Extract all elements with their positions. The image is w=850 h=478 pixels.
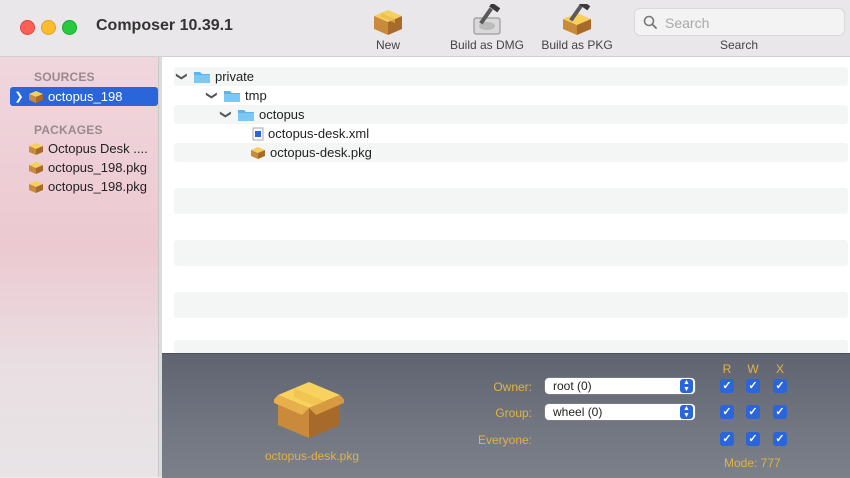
owner-write-checkbox[interactable]: ✓ [746,379,760,393]
sidebar-item-package[interactable]: octopus_198.pkg [10,177,158,196]
sidebar-item-package[interactable]: Octopus Desk .... [10,139,158,158]
table-row [174,340,848,353]
sidebar-item-label: octopus_198.pkg [48,160,148,175]
folder-icon [237,108,255,122]
group-value: wheel (0) [553,405,603,419]
table-row[interactable] [174,67,848,86]
package-icon [28,90,44,104]
package-icon [272,376,346,447]
chevron-up-down-icon: ▲ ▼ [680,405,693,419]
tree-item-label: octopus [259,107,305,122]
everyone-write-checkbox[interactable]: ✓ [746,432,760,446]
sidebar-item-package[interactable]: octopus_198.pkg [10,158,158,177]
owner-read-checkbox[interactable]: ✓ [720,379,734,393]
tree-item-label: tmp [245,88,267,103]
sidebar-item-label: octopus_198 [48,89,123,104]
owner-value: root (0) [553,379,592,393]
group-execute-checkbox[interactable]: ✓ [773,405,787,419]
sidebar-item-source[interactable]: ❯ octopus_198 [10,87,158,106]
group-write-checkbox[interactable]: ✓ [746,405,760,419]
tree-item-file[interactable]: octopus-desk.xml [250,124,369,143]
table-row[interactable] [174,86,848,105]
chevron-up-down-icon: ▲ ▼ [680,379,693,393]
build-dmg-button[interactable]: Build as DMG [446,4,528,52]
folder-icon [223,89,241,103]
search-icon [643,15,657,34]
owner-execute-checkbox[interactable]: ✓ [773,379,787,393]
package-icon [366,4,410,36]
package-icon [28,142,44,156]
write-column-header: W [747,362,759,376]
sources-header: SOURCES [34,70,95,84]
table-row [174,214,848,240]
owner-label: Owner: [493,380,532,394]
tree-item-folder[interactable]: ❯ tmp [204,86,267,105]
tree-item-label: octopus-desk.pkg [270,145,372,160]
table-row [174,240,848,266]
title-bar: Composer 10.39.1 New Build as DMG Build … [0,0,850,57]
sidebar-item-label: Octopus Desk .... [48,141,148,156]
tree-item-file[interactable]: octopus-desk.pkg [250,143,372,162]
packages-header: PACKAGES [34,123,103,137]
group-select[interactable]: wheel (0) ▲ ▼ [545,404,695,420]
tree-item-label: private [215,69,255,84]
build-dmg-label: Build as DMG [449,38,525,52]
folder-icon [193,70,211,84]
everyone-label: Everyone: [477,433,532,447]
file-tree: ❯ private ❯ tmp ❯ octopus octopus-desk.x… [162,57,850,353]
search-field[interactable] [634,8,845,36]
package-icon [28,180,44,194]
build-pkg-label: Build as PKG [541,38,613,52]
info-panel: octopus-desk.pkg Owner: root (0) ▲ ▼ Grou… [162,353,850,478]
read-column-header: R [722,362,732,376]
table-row [174,266,848,292]
new-button-label: New [375,38,400,52]
new-button[interactable]: New [366,4,410,52]
table-row [174,292,848,318]
chevron-right-icon[interactable]: ❯ [10,90,28,103]
table-row [174,162,848,188]
minimize-window-button[interactable] [41,20,56,35]
xml-file-icon [252,127,264,141]
chevron-down-icon[interactable]: ❯ [206,88,219,104]
search-input[interactable] [663,12,837,34]
disk-image-build-icon [446,4,528,36]
chevron-down-icon[interactable]: ❯ [220,107,233,123]
tree-item-folder[interactable]: ❯ octopus [218,105,305,124]
mode-value: Mode: 777 [724,456,781,470]
sidebar: SOURCES ❯ octopus_198 PACKAGES Octopus D… [0,57,158,477]
build-pkg-button[interactable]: Build as PKG [538,4,616,52]
close-window-button[interactable] [20,20,35,35]
everyone-read-checkbox[interactable]: ✓ [720,432,734,446]
package-build-icon [538,4,616,36]
package-icon [28,161,44,175]
zoom-window-button[interactable] [62,20,77,35]
everyone-execute-checkbox[interactable]: ✓ [773,432,787,446]
search-label: Search [720,38,759,52]
tree-item-folder[interactable]: ❯ private [174,67,255,86]
package-icon [250,146,266,160]
app-title: Composer 10.39.1 [96,17,233,34]
chevron-down-icon[interactable]: ❯ [176,69,189,85]
table-row [174,318,848,340]
sidebar-item-label: octopus_198.pkg [48,179,148,194]
group-label: Group: [495,406,532,420]
table-row [174,188,848,214]
execute-column-header: X [775,362,784,376]
tree-item-label: octopus-desk.xml [268,126,370,141]
group-read-checkbox[interactable]: ✓ [720,405,734,419]
owner-select[interactable]: root (0) ▲ ▼ [545,378,695,394]
selected-file-name: octopus-desk.pkg [264,449,360,463]
